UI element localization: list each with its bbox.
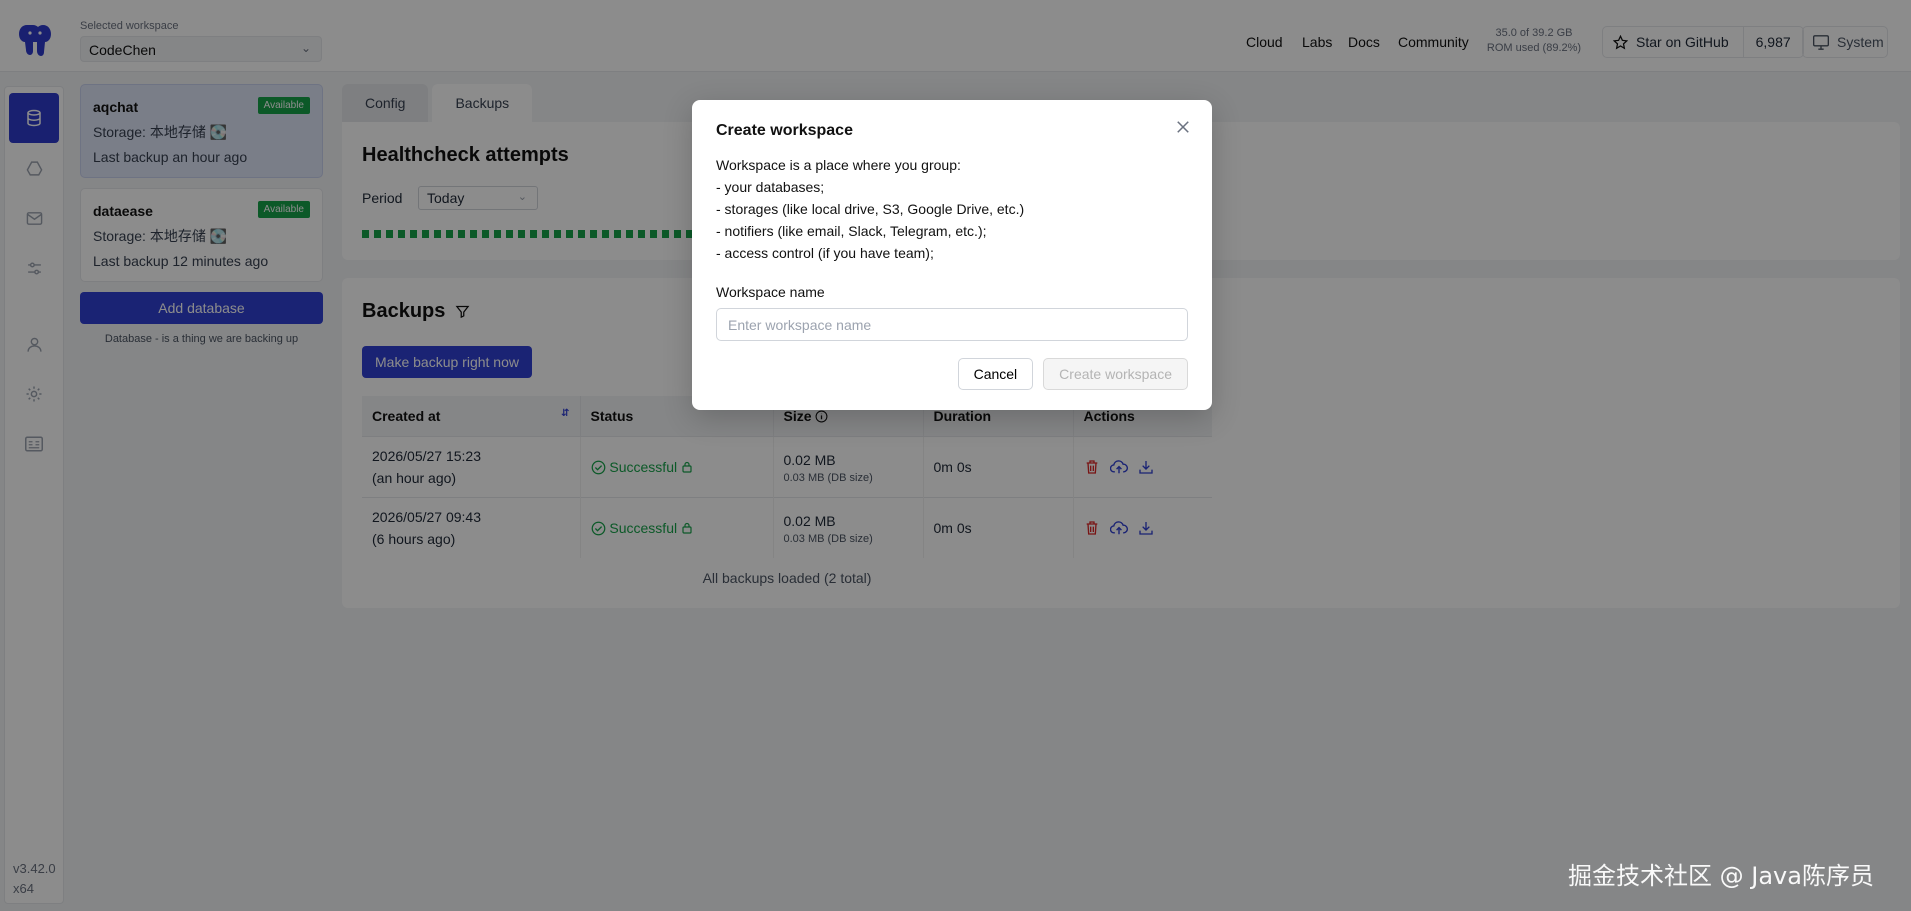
close-icon[interactable] xyxy=(1174,118,1192,136)
workspace-name-label: Workspace name xyxy=(716,284,825,300)
modal-title: Create workspace xyxy=(716,122,853,139)
modal-desc-line: - storages (like local drive, S3, Google… xyxy=(716,201,1025,217)
create-workspace-modal: Create workspace Workspace is a place wh… xyxy=(692,100,1212,410)
workspace-name-input[interactable] xyxy=(716,308,1188,341)
watermark: 掘金技术社区 @ Java陈序员 xyxy=(1568,862,1874,890)
modal-description: Workspace is a place where you group: - … xyxy=(716,154,1188,264)
modal-desc-line: Workspace is a place where you group: xyxy=(716,157,961,173)
modal-actions: Cancel Create workspace xyxy=(957,358,1188,390)
create-workspace-button[interactable]: Create workspace xyxy=(1043,358,1188,390)
modal-desc-line: - notifiers (like email, Slack, Telegram… xyxy=(716,223,987,239)
modal-desc-line: - access control (if you have team); xyxy=(716,245,934,261)
cancel-button[interactable]: Cancel xyxy=(957,358,1034,390)
modal-desc-line: - your databases; xyxy=(716,179,825,195)
